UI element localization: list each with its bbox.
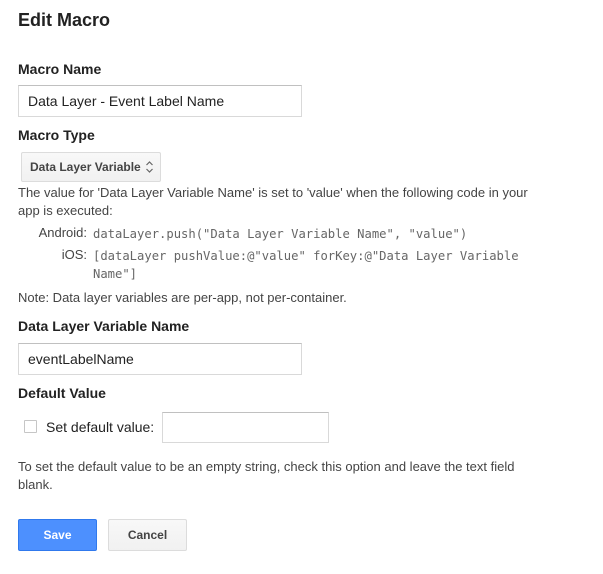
android-label: Android: — [38, 225, 87, 240]
macro-type-description-line2: app is executed: — [18, 203, 113, 218]
default-value-label: Default Value — [18, 385, 106, 401]
macro-type-description-line1: The value for 'Data Layer Variable Name'… — [18, 185, 528, 200]
variable-name-label: Data Layer Variable Name — [18, 318, 190, 334]
set-default-value-label: Set default value: — [46, 419, 155, 435]
default-value-help-line1: To set the default value to be an empty … — [18, 459, 515, 474]
save-button[interactable]: Save — [18, 519, 97, 551]
default-value-help-line2: blank. — [18, 477, 53, 492]
page-title: Edit Macro — [18, 10, 111, 30]
cancel-button[interactable]: Cancel — [108, 519, 187, 551]
default-value-input[interactable] — [162, 412, 329, 443]
per-app-note: Note: Data layer variables are per-app, … — [18, 290, 347, 305]
macro-type-label: Macro Type — [18, 127, 95, 143]
macro-name-label: Macro Name — [18, 61, 102, 77]
variable-name-input[interactable] — [18, 343, 302, 375]
ios-code-line1: [dataLayer pushValue:@"value" forKey:@"D… — [93, 249, 519, 263]
android-code: dataLayer.push("Data Layer Variable Name… — [93, 227, 468, 241]
macro-name-input[interactable] — [18, 85, 302, 117]
ios-label: iOS: — [61, 247, 87, 262]
macro-type-selected-value: Data Layer Variable — [30, 160, 141, 174]
macro-type-select[interactable]: Data Layer Variable — [21, 152, 161, 182]
set-default-value-checkbox[interactable] — [24, 420, 37, 433]
up-down-chevron-icon — [146, 161, 153, 173]
ios-code-line2: Name"] — [93, 267, 138, 281]
